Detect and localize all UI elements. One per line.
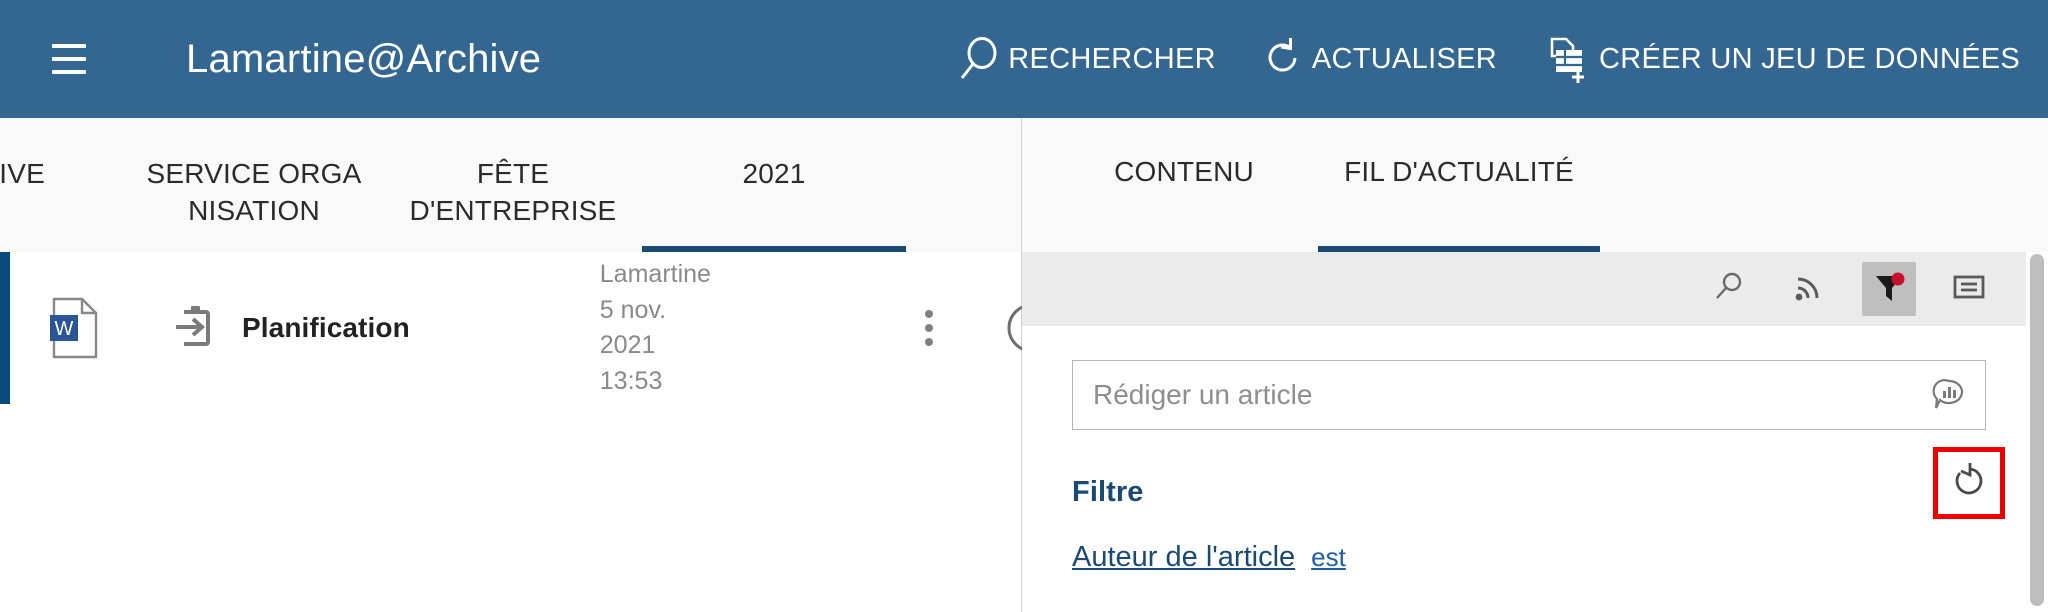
app-header-actions: RECHERCHER ACTUALISER CRÉER UN JEU DE DO… [958,33,2020,85]
left-pane: RCHIVE SERVICE ORGA NISATION FÊTE D'ENTR… [0,118,1057,612]
compose-area [1022,326,2048,430]
search-button[interactable]: RECHERCHER [958,36,1216,82]
table-row[interactable]: W Planification Lamartine 5 nov. 2021 13… [0,252,1057,404]
tab-fete-dentreprise[interactable]: FÊTE D'ENTREPRISE [384,118,642,252]
list-detail-icon [1952,270,1986,309]
feed-search-button[interactable] [1702,262,1756,316]
refresh-button-label: ACTUALISER [1311,42,1497,75]
filter-funnel-icon [1872,270,1906,309]
document-date: 5 nov. 2021 13:53 [599,295,667,395]
search-icon [958,36,1002,82]
main-content: RCHIVE SERVICE ORGA NISATION FÊTE D'ENTR… [0,118,2048,612]
filter-operator-link[interactable]: est [1311,542,1346,573]
create-dataset-button-label: CRÉER UN JEU DE DONNÉES [1598,42,2020,75]
filter-section-title: Filtre [1072,476,1144,508]
tab-2021[interactable]: 2021 [642,118,906,252]
left-pane-tab-strip: RCHIVE SERVICE ORGA NISATION FÊTE D'ENTR… [0,118,1021,308]
chat-stats-icon[interactable] [1929,375,1969,415]
reset-undo-icon [1950,462,1988,505]
feed-filter-button[interactable] [1862,262,1916,316]
import-clipboard-icon [174,305,216,351]
right-pane: CONTENU FIL D'ACTUALITÉ Rédiger un artic… [1022,118,2048,612]
rss-feed-icon [1792,270,1826,309]
document-meta: Lamartine 5 nov. 2021 13:53 [600,257,711,399]
create-dataset-button[interactable]: CRÉER UN JEU DE DONNÉES [1543,33,2020,85]
refresh-button[interactable]: ACTUALISER [1262,36,1497,82]
search-icon [1712,270,1746,309]
app-title: Lamartine@Archive [186,36,542,81]
refresh-icon [1262,36,1306,82]
scrollbar-thumb[interactable] [2030,254,2044,606]
feed-toolbar [1022,252,2048,326]
kebab-dot [924,310,933,318]
create-dataset-icon [1543,33,1593,85]
filter-section: Filtre Auteur de l'article est [1022,430,2048,574]
kebab-dot [924,338,933,346]
document-author: Lamartine [599,260,711,288]
row-menu-icon[interactable] [924,310,933,346]
svg-text:W: W [55,318,74,340]
right-pane-scrollbar[interactable] [2026,252,2048,612]
row-selection-indicator [0,252,10,404]
feed-subscribe-button[interactable] [1782,262,1836,316]
hamburger-menu-icon[interactable] [52,44,86,74]
document-name: Planification [242,312,410,343]
tab-fil-dactualite[interactable]: FIL D'ACTUALITÉ [1318,118,1600,252]
tab-contenu[interactable]: CONTENU [1050,118,1318,252]
document-list: W Planification Lamartine 5 nov. 2021 13… [0,252,1057,611]
tab-archive[interactable]: RCHIVE [0,118,124,252]
search-button-label: RECHERCHER [1008,42,1216,75]
hamburger-line [52,70,86,74]
right-pane-tab-strip: CONTENU FIL D'ACTUALITÉ [1022,118,2048,252]
filter-field-link[interactable]: Auteur de l'article [1072,541,1295,574]
feed-display-mode-button[interactable] [1942,262,1996,316]
word-document-icon: W [48,295,104,361]
compose-article-box[interactable] [1072,360,1986,430]
kebab-dot [924,324,933,332]
app-header-bar: Lamartine@Archive RECHERCHER ACTUALISER [0,0,2048,118]
kebab-menu-icon [924,310,933,346]
hamburger-line [52,57,86,61]
hamburger-line [52,44,86,48]
tab-service-organisation[interactable]: SERVICE ORGA NISATION [124,118,384,252]
compose-article-input[interactable] [1073,378,1929,412]
filter-criteria-row: Auteur de l'article est [1072,541,1986,574]
filter-reset-button[interactable] [1933,447,2005,519]
